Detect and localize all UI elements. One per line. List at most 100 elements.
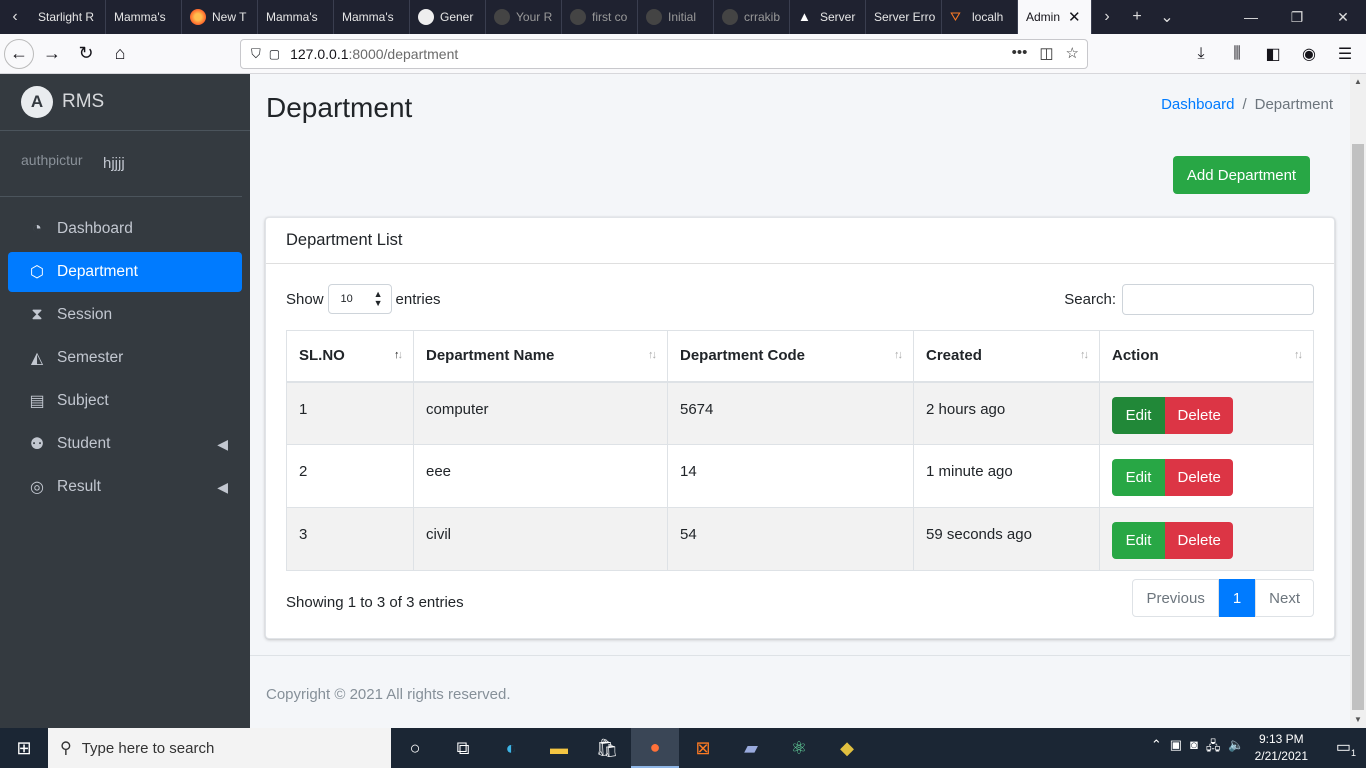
sidebar-item-session[interactable]: ⧗ Session bbox=[8, 295, 242, 335]
list-tabs-button[interactable]: ⌄ bbox=[1152, 0, 1182, 34]
forward-button[interactable]: → bbox=[36, 38, 68, 70]
url-bar[interactable]: ⛉ ▢ 127.0.0.1:8000/department ••• ◫ ☆ bbox=[240, 39, 1088, 69]
sidebar-item-department[interactable]: ⬡ Department bbox=[8, 252, 242, 292]
taskbar-clock[interactable]: 9:13 PM 2/21/2021 bbox=[1255, 731, 1308, 765]
browser-tab[interactable]: ▲ Server bbox=[790, 0, 866, 34]
department-table: SL.NO ↑↓ Department Name ↑↓ Department Cod… bbox=[286, 330, 1314, 571]
clock-time: 9:13 PM bbox=[1258, 732, 1304, 746]
pagination-previous[interactable]: Previous bbox=[1132, 579, 1219, 617]
browser-tab[interactable]: Server Erro bbox=[866, 0, 942, 34]
github-icon bbox=[570, 9, 586, 25]
search-input[interactable] bbox=[1122, 284, 1314, 315]
browser-tab[interactable]: Starlight R bbox=[30, 0, 106, 34]
browser-tab-active[interactable]: Admin ✕ bbox=[1018, 0, 1092, 34]
minimize-button[interactable]: — bbox=[1228, 0, 1274, 34]
browser-tab[interactable]: crrakib bbox=[714, 0, 790, 34]
browser-tab[interactable]: Mamma's bbox=[106, 0, 182, 34]
task-view-icon[interactable]: ⧉ bbox=[439, 728, 487, 768]
store-icon[interactable]: 🛍 bbox=[583, 728, 631, 768]
sidebar-item-subject[interactable]: ▤ Subject bbox=[8, 381, 242, 421]
scrollbar-thumb[interactable] bbox=[1352, 144, 1364, 710]
cell-action: Edit Delete bbox=[1099, 444, 1314, 508]
xampp-taskbar-icon[interactable]: ⊠ bbox=[679, 728, 727, 768]
notepad-icon[interactable]: ▰ bbox=[727, 728, 775, 768]
clock-date: 2/21/2021 bbox=[1254, 749, 1308, 763]
notification-center-icon[interactable]: ▭1 bbox=[1326, 737, 1366, 758]
close-window-button[interactable]: ✕ bbox=[1320, 0, 1366, 34]
delete-button[interactable]: Delete bbox=[1165, 522, 1234, 559]
restore-button[interactable]: ❐ bbox=[1274, 0, 1320, 34]
delete-button[interactable]: Delete bbox=[1165, 459, 1234, 496]
scroll-down-arrow-icon[interactable]: ▼ bbox=[1350, 712, 1366, 728]
new-tab-button[interactable]: + bbox=[1122, 0, 1152, 34]
edit-button[interactable]: Edit bbox=[1112, 459, 1165, 496]
breadcrumb-home-link[interactable]: Dashboard bbox=[1161, 96, 1234, 113]
menu-icon[interactable]: ☰ bbox=[1332, 38, 1358, 70]
sidebar-item-dashboard[interactable]: ◔ Dashboard bbox=[8, 209, 242, 249]
browser-tab[interactable]: Mamma's bbox=[258, 0, 334, 34]
browser-tab[interactable]: Gener bbox=[410, 0, 486, 34]
home-button[interactable]: ⌂ bbox=[104, 38, 136, 70]
entries-select[interactable]: 10 ▲ ▼ bbox=[327, 284, 392, 314]
git-icon[interactable]: ◆ bbox=[823, 728, 871, 768]
reload-button[interactable]: ↻ bbox=[70, 38, 102, 70]
cell-sl-no: 2 bbox=[286, 444, 414, 508]
browser-tab[interactable]: Initial bbox=[638, 0, 714, 34]
chevron-up-icon[interactable]: ⌃ bbox=[1151, 737, 1162, 759]
scroll-up-arrow-icon[interactable]: ▲ bbox=[1350, 74, 1366, 90]
user-name[interactable]: hjjjj bbox=[103, 155, 125, 172]
file-explorer-icon[interactable]: ▬ bbox=[535, 728, 583, 768]
pocket-icon[interactable]: ◫ bbox=[1039, 44, 1053, 62]
edit-button[interactable]: Edit bbox=[1112, 396, 1165, 434]
column-header-created[interactable]: Created ↑↓ bbox=[913, 330, 1100, 383]
atom-icon[interactable]: ⚛ bbox=[775, 728, 823, 768]
sidebar-item-semester[interactable]: ◭ Semester bbox=[8, 338, 242, 378]
pagination-page[interactable]: 1 bbox=[1218, 579, 1256, 617]
cortana-icon[interactable]: ○ bbox=[391, 728, 439, 768]
entries-select-value: 10 bbox=[340, 293, 353, 305]
sidebar-item-student[interactable]: ⚉ Student ◀ bbox=[8, 424, 242, 464]
tab-label: localh bbox=[972, 10, 1004, 24]
delete-button[interactable]: Delete bbox=[1165, 396, 1234, 434]
back-button[interactable]: ← bbox=[4, 38, 34, 69]
tab-label: Gener bbox=[440, 10, 474, 24]
hourglass-icon: ⧗ bbox=[31, 306, 43, 323]
chevron-left-icon: ◀ bbox=[217, 435, 228, 452]
column-header-department-name[interactable]: Department Name ↑↓ bbox=[413, 330, 668, 383]
taskbar-search-box[interactable]: ⚲ Type here to search bbox=[48, 728, 391, 768]
browser-tab[interactable]: first co bbox=[562, 0, 638, 34]
page-actions-icon[interactable]: ••• bbox=[1012, 44, 1028, 62]
download-icon[interactable]: ⤓ bbox=[1188, 38, 1214, 70]
page-info-icon[interactable]: ▢ bbox=[269, 47, 280, 61]
shield-icon[interactable]: ⛉ bbox=[251, 46, 261, 62]
column-header-action[interactable]: Action ↑↓ bbox=[1099, 330, 1314, 383]
close-icon[interactable]: ✕ bbox=[1068, 8, 1081, 26]
library-icon[interactable]: ⫼ bbox=[1224, 38, 1250, 70]
browser-tab[interactable]: ⛛ localh bbox=[942, 0, 1018, 34]
add-department-button[interactable]: Add Department bbox=[1173, 156, 1310, 194]
edit-button[interactable]: Edit bbox=[1112, 522, 1165, 559]
page-title: Department bbox=[266, 92, 413, 123]
camera-icon[interactable]: ◙ bbox=[1190, 737, 1198, 759]
windows-start-button[interactable]: ⊞ bbox=[0, 728, 48, 768]
network-icon[interactable]: 🖧 bbox=[1206, 737, 1221, 759]
sidebar-item-label: Session bbox=[57, 306, 113, 323]
edge-icon[interactable]: ◐ bbox=[487, 728, 535, 768]
column-header-department-code[interactable]: Department Code ↑↓ bbox=[667, 330, 914, 383]
sidebar-item-result[interactable]: ◎ Result ◀ bbox=[8, 467, 242, 507]
browser-tab[interactable]: Mamma's bbox=[334, 0, 410, 34]
brand-link[interactable]: A RMS bbox=[0, 74, 250, 131]
tabs-scroll-left-button[interactable]: ‹ bbox=[0, 0, 30, 34]
sidebar-toggle-icon[interactable]: ◧ bbox=[1260, 38, 1286, 70]
column-header-sl-no[interactable]: SL.NO ↑↓ bbox=[286, 330, 414, 383]
volume-icon[interactable]: 🔈 bbox=[1228, 737, 1244, 759]
browser-tab[interactable]: New T bbox=[182, 0, 258, 34]
bookmark-star-icon[interactable]: ☆ bbox=[1066, 44, 1079, 62]
pagination-next[interactable]: Next bbox=[1255, 579, 1314, 617]
tabs-scroll-right-button[interactable]: › bbox=[1092, 0, 1122, 34]
browser-tab[interactable]: Your R bbox=[486, 0, 562, 34]
firefox-taskbar-icon[interactable]: ● bbox=[631, 728, 679, 768]
display-icon[interactable]: ▣ bbox=[1170, 737, 1182, 759]
page-scrollbar[interactable]: ▲ ▼ bbox=[1350, 74, 1366, 728]
account-icon[interactable]: ◉ bbox=[1296, 38, 1322, 70]
